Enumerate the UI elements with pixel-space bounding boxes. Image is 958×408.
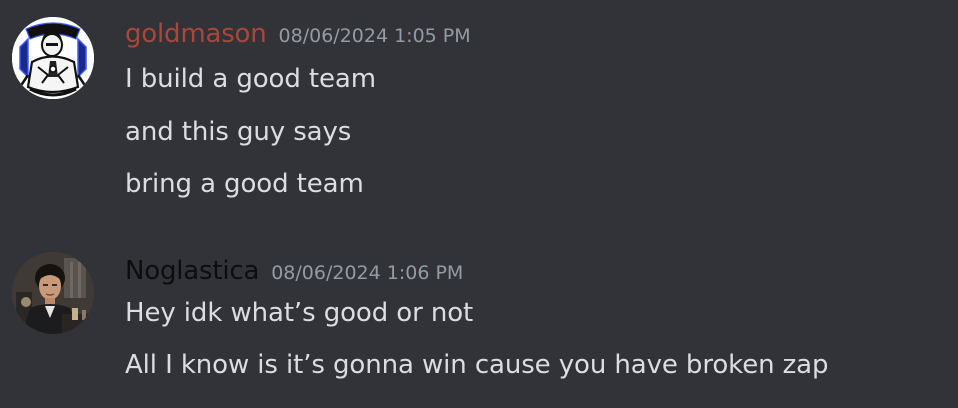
message-header: Noglastica 08/06/2024 1:06 PM bbox=[125, 256, 463, 286]
message-text: and this guy says bbox=[125, 117, 352, 147]
timestamp: 08/06/2024 1:05 PM bbox=[278, 25, 471, 47]
username[interactable]: goldmason bbox=[125, 19, 267, 49]
avatar[interactable] bbox=[12, 17, 94, 99]
avatar[interactable] bbox=[12, 252, 94, 334]
person-photo-avatar-icon bbox=[12, 252, 94, 334]
message-text: All I know is it’s gonna win cause you h… bbox=[125, 350, 829, 380]
armored-character-avatar-icon bbox=[12, 17, 94, 99]
message-text: bring a good team bbox=[125, 169, 364, 199]
message-text: Hey idk what’s good or not bbox=[125, 298, 474, 328]
username[interactable]: Noglastica bbox=[125, 256, 259, 286]
message-header: goldmason 08/06/2024 1:05 PM bbox=[125, 19, 471, 49]
message-text: I build a good team bbox=[125, 64, 376, 94]
timestamp: 08/06/2024 1:06 PM bbox=[271, 262, 464, 284]
